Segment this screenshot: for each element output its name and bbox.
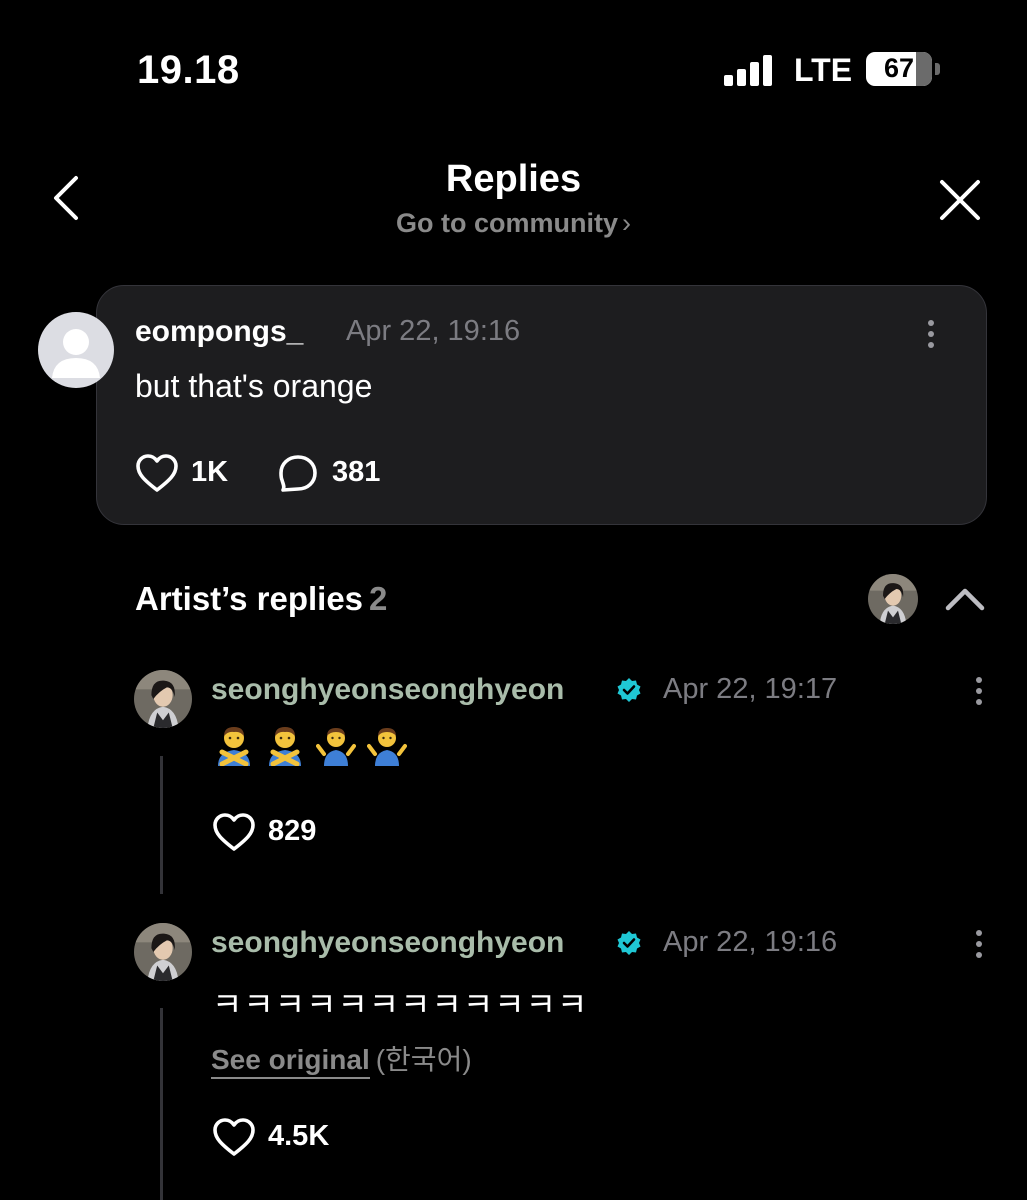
signal-icon — [724, 54, 772, 86]
like-count: 829 — [268, 815, 317, 847]
more-options-icon[interactable] — [970, 928, 988, 960]
heart-icon[interactable] — [134, 452, 180, 494]
reply-emoji-text — [214, 724, 418, 766]
avatar — [868, 574, 918, 624]
reply-bubble-icon[interactable] — [276, 452, 320, 496]
artist-replies-label: Artist’s replies — [135, 580, 364, 617]
close-icon[interactable] — [936, 176, 984, 224]
go-to-community-link[interactable]: Go to community › — [0, 208, 1027, 239]
heart-icon[interactable] — [211, 1116, 257, 1158]
verified-badge-icon — [616, 677, 642, 703]
see-original-link[interactable]: See original (한국어) — [211, 1038, 472, 1079]
battery-level: 67 — [883, 53, 915, 83]
thread-line — [160, 1008, 163, 1200]
like-count: 1K — [191, 456, 229, 488]
man-shrugging-icon — [316, 724, 356, 766]
reply-date: Apr 22, 19:16 — [663, 926, 838, 958]
avatar[interactable] — [134, 923, 192, 981]
avatar[interactable] — [134, 670, 192, 728]
comment-text: but that's orange — [135, 368, 373, 404]
chevron-up-icon[interactable] — [944, 584, 986, 612]
reply-username[interactable]: seonghyeonseonghyeon — [211, 673, 564, 707]
chevron-right-icon: › — [622, 208, 631, 238]
comment-username[interactable]: eompongs_ — [135, 315, 303, 349]
heart-icon[interactable] — [211, 811, 257, 853]
default-user-icon — [52, 329, 100, 378]
see-original-label[interactable]: See original — [211, 1044, 370, 1079]
reply-date: Apr 22, 19:17 — [663, 673, 838, 705]
man-gesturing-no-icon — [214, 724, 254, 766]
reply-count: 381 — [332, 456, 381, 488]
network-type: LTE — [794, 52, 853, 88]
artist-replies-count: 2 — [369, 580, 388, 617]
verified-badge-icon — [616, 930, 642, 956]
more-options-icon[interactable] — [922, 318, 940, 350]
man-shrugging-icon — [367, 724, 407, 766]
thread-line — [160, 756, 163, 894]
battery-tip — [935, 63, 940, 75]
status-time: 19.18 — [137, 48, 240, 92]
battery-icon: 67 — [866, 52, 932, 86]
community-link-label[interactable]: Go to community — [396, 208, 618, 238]
more-options-icon[interactable] — [970, 675, 988, 707]
comment-date: Apr 22, 19:16 — [346, 315, 521, 347]
reply-text: ㅋㅋㅋㅋㅋㅋㅋㅋㅋㅋㅋㅋ — [212, 986, 589, 1023]
man-gesturing-no-icon — [265, 724, 305, 766]
reply-username[interactable]: seonghyeonseonghyeon — [211, 926, 564, 960]
avatar[interactable] — [38, 312, 114, 388]
page-title: Replies — [445, 158, 582, 200]
artist-replies-heading: Artist’s replies 2 — [135, 580, 387, 618]
like-count: 4.5K — [268, 1120, 330, 1152]
original-language: (한국어) — [375, 1044, 472, 1075]
